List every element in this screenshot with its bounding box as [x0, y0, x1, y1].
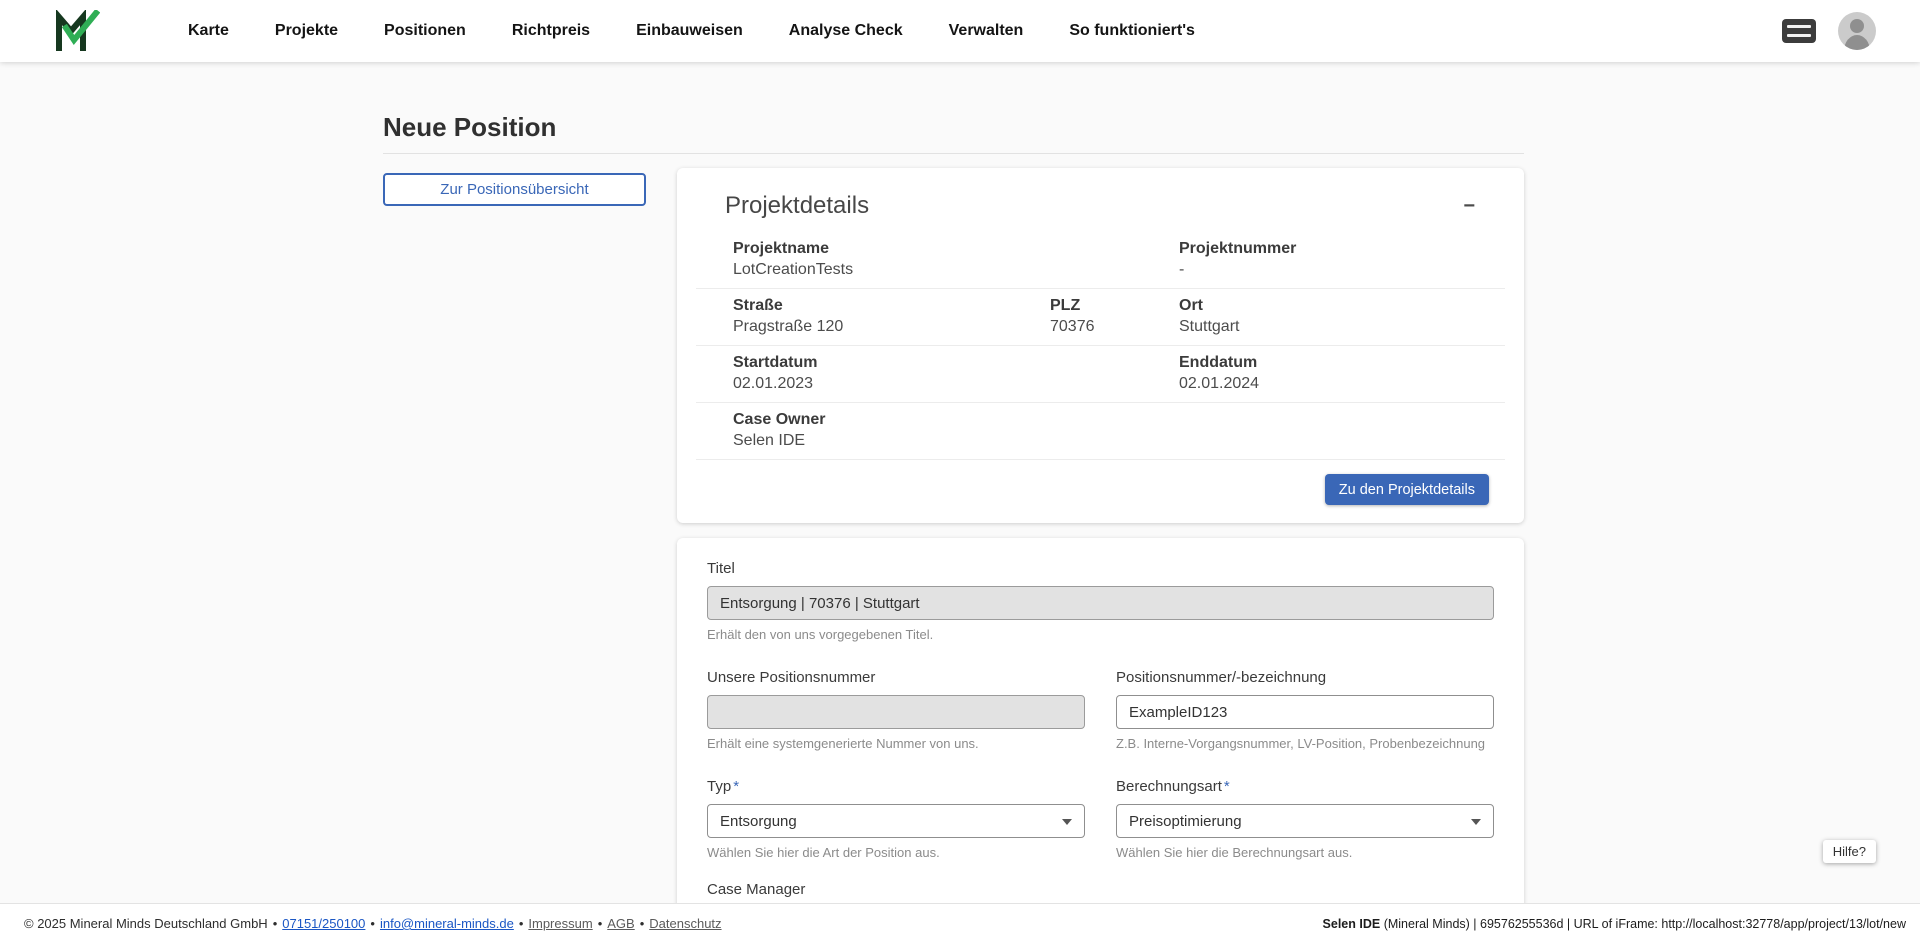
field-plz: PLZ 70376: [1050, 297, 1179, 336]
title-divider: [383, 153, 1524, 154]
back-to-positions-button[interactable]: Zur Positionsübersicht: [383, 173, 646, 206]
nav-item-richtpreis[interactable]: Richtpreis: [512, 22, 590, 40]
table-row: Straße Pragstraße 120 PLZ 70376 Ort Stut…: [696, 289, 1505, 346]
typ-label: Typ*: [707, 778, 1085, 796]
titel-field-group: Titel Erhält den von uns vorgegebenen Ti…: [707, 560, 1494, 643]
project-details-card: Projektdetails − Projektname LotCreation…: [677, 168, 1524, 523]
nav-item-projekte[interactable]: Projekte: [275, 22, 338, 40]
field-case-owner: Case Owner Selen IDE: [733, 411, 1050, 450]
logo-icon: [54, 10, 100, 52]
collapse-icon[interactable]: −: [1459, 196, 1479, 216]
help-button[interactable]: Hilfe?: [1823, 840, 1876, 863]
typ-group: Typ* Entsorgung Wählen Sie hier die Art …: [707, 778, 1085, 861]
nav-item-verwalten[interactable]: Verwalten: [949, 22, 1024, 40]
field-projektname: Projektname LotCreationTests: [733, 240, 1050, 279]
unsere-positionsnummer-label: Unsere Positionsnummer: [707, 669, 1085, 687]
nav-item-einbauweisen[interactable]: Einbauweisen: [636, 22, 743, 40]
topbar-right: [1782, 12, 1876, 50]
session-details: (Mineral Minds) | 69576255536d | URL of …: [1380, 917, 1906, 931]
field-projektnummer: Projektnummer -: [1179, 240, 1505, 279]
right-column: Projektdetails − Projektname LotCreation…: [677, 168, 1524, 943]
case-manager-label: Case Manager: [707, 881, 1494, 899]
required-marker: *: [1224, 778, 1230, 795]
nav-item-analyse-check[interactable]: Analyse Check: [789, 22, 903, 40]
typ-helper: Wählen Sie hier die Art der Position aus…: [707, 845, 1085, 861]
email-link[interactable]: info@mineral-minds.de: [380, 916, 514, 931]
keyboard-icon[interactable]: [1782, 19, 1816, 43]
session-info: Selen IDE (Mineral Minds) | 69576255536d…: [1323, 917, 1906, 931]
user-avatar-icon[interactable]: [1838, 12, 1876, 50]
left-column: Zur Positionsübersicht: [383, 168, 646, 206]
field-strasse: Straße Pragstraße 120: [733, 297, 1050, 336]
main-content: Neue Position Zur Positionsübersicht Pro…: [383, 112, 1524, 943]
session-user: Selen IDE: [1323, 917, 1381, 931]
unsere-positionsnummer-input: [707, 695, 1085, 729]
position-form-card: Titel Erhält den von uns vorgegebenen Ti…: [677, 538, 1524, 943]
project-details-table: Projektname LotCreationTests Projektnumm…: [696, 232, 1505, 460]
berechnungsart-group: Berechnungsart* Preisoptimierung Wählen …: [1116, 778, 1494, 861]
berechnungsart-helper: Wählen Sie hier die Berechnungsart aus.: [1116, 845, 1494, 861]
project-details-button[interactable]: Zu den Projektdetails: [1325, 474, 1489, 505]
field-ort: Ort Stuttgart: [1179, 297, 1505, 336]
nav-links: Karte Projekte Positionen Richtpreis Ein…: [188, 22, 1195, 40]
required-marker: *: [733, 778, 739, 795]
page-title: Neue Position: [383, 112, 1524, 143]
titel-helper: Erhält den von uns vorgegebenen Titel.: [707, 627, 1494, 643]
typ-select[interactable]: Entsorgung: [707, 804, 1085, 838]
berechnungsart-label: Berechnungsart*: [1116, 778, 1494, 796]
phone-link[interactable]: 07151/250100: [282, 916, 365, 931]
footer: © 2025 Mineral Minds Deutschland GmbH • …: [0, 903, 1920, 943]
titel-input: [707, 586, 1494, 620]
mineral-minds-logo[interactable]: [54, 10, 100, 52]
datenschutz-link[interactable]: Datenschutz: [649, 916, 721, 931]
positionsnummer-helper: Z.B. Interne-Vorgangsnummer, LV-Position…: [1116, 736, 1494, 752]
table-row: Projektname LotCreationTests Projektnumm…: [696, 232, 1505, 289]
titel-label: Titel: [707, 560, 1494, 578]
table-row: Startdatum 02.01.2023 Enddatum 02.01.202…: [696, 346, 1505, 403]
berechnungsart-select[interactable]: Preisoptimierung: [1116, 804, 1494, 838]
unsere-positionsnummer-group: Unsere Positionsnummer Erhält eine syste…: [707, 669, 1085, 752]
nav-item-positionen[interactable]: Positionen: [384, 22, 466, 40]
agb-link[interactable]: AGB: [607, 916, 634, 931]
positionsnummer-input[interactable]: [1116, 695, 1494, 729]
positionsnummer-group: Positionsnummer/-bezeichnung Z.B. Intern…: [1116, 669, 1494, 752]
nav-item-so-funktionierts[interactable]: So funktioniert's: [1069, 22, 1195, 40]
field-startdatum: Startdatum 02.01.2023: [733, 354, 1050, 393]
copyright-text: © 2025 Mineral Minds Deutschland GmbH: [24, 916, 268, 931]
footer-left: © 2025 Mineral Minds Deutschland GmbH • …: [24, 916, 722, 931]
unsere-positionsnummer-helper: Erhält eine systemgenerierte Nummer von …: [707, 736, 1085, 752]
project-card-title: Projektdetails: [725, 192, 869, 220]
top-nav: Karte Projekte Positionen Richtpreis Ein…: [0, 0, 1920, 62]
table-row: Case Owner Selen IDE: [696, 403, 1505, 460]
impressum-link[interactable]: Impressum: [528, 916, 592, 931]
positionsnummer-label: Positionsnummer/-bezeichnung: [1116, 669, 1494, 687]
nav-item-karte[interactable]: Karte: [188, 22, 229, 40]
field-enddatum: Enddatum 02.01.2024: [1179, 354, 1505, 393]
